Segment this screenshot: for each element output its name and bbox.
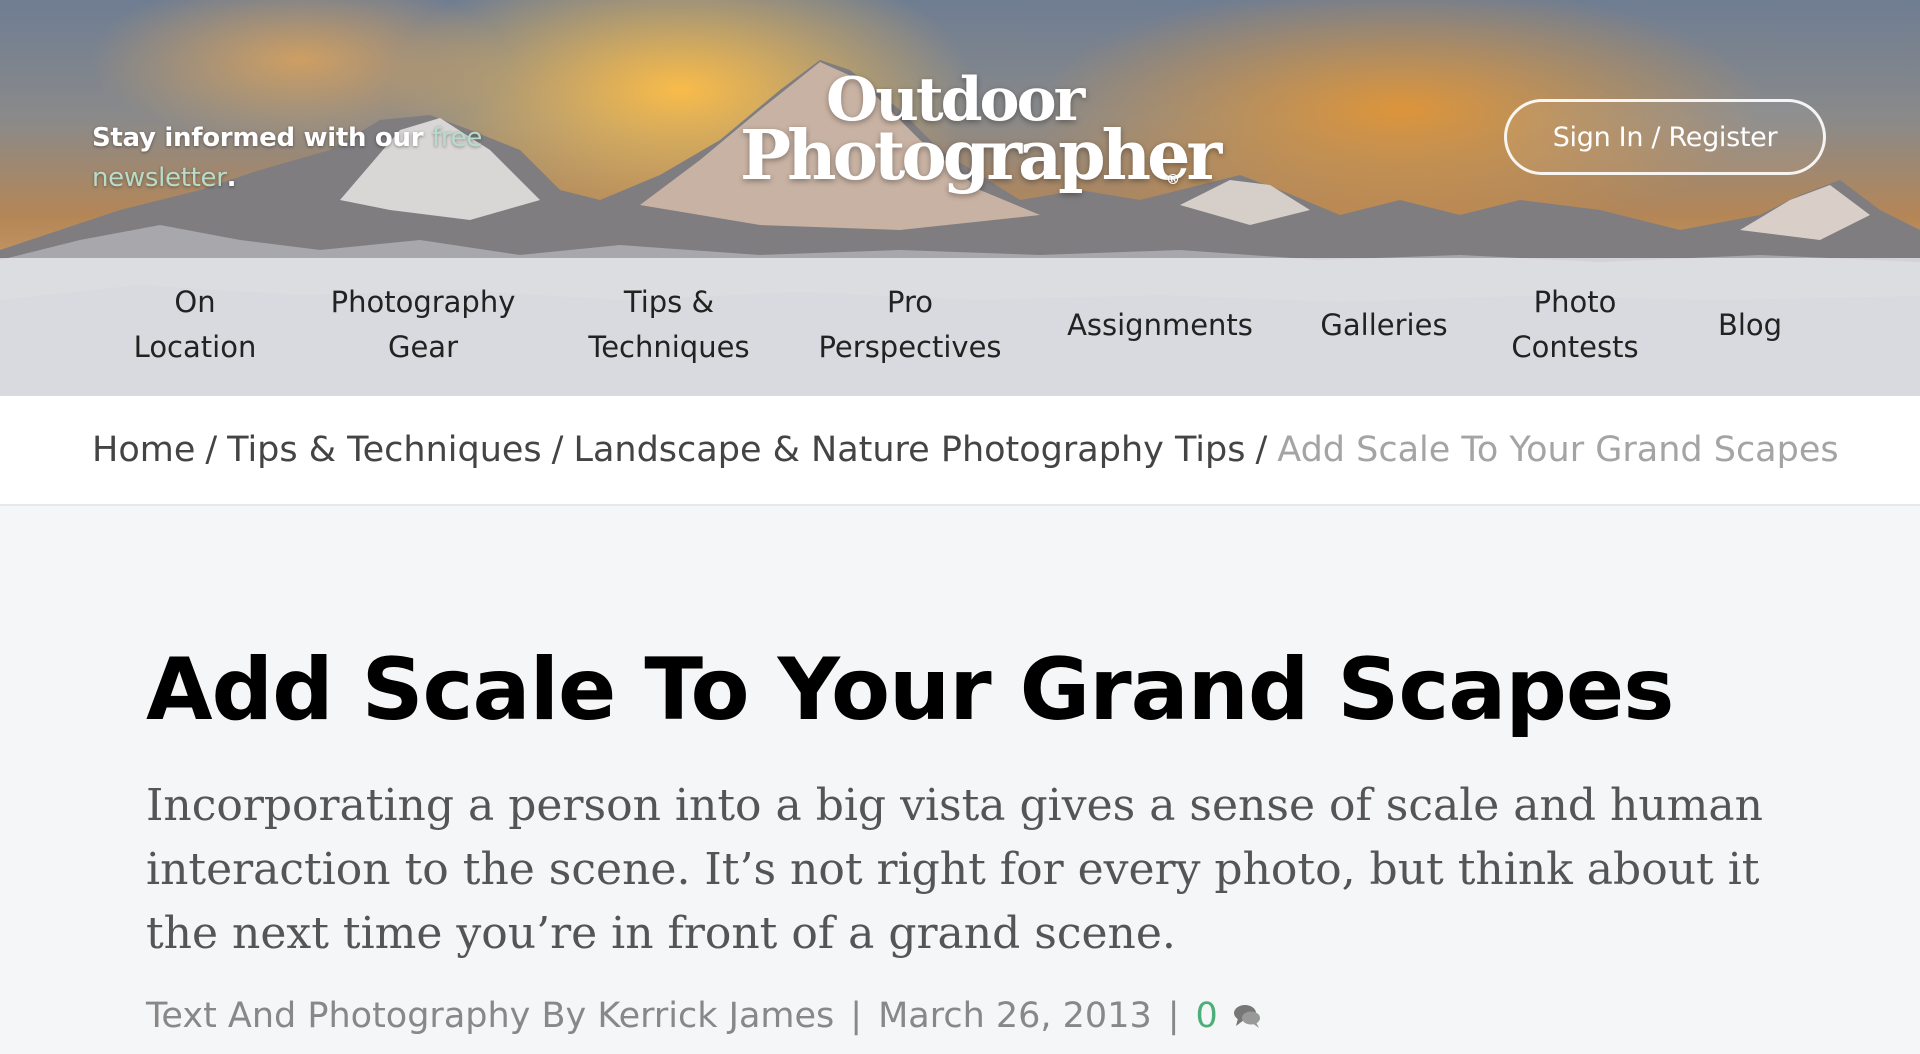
nav-item-label: Photo Contests [1511,285,1639,364]
breadcrumb-landscape-nature[interactable]: Landscape & Nature Photography Tips [573,430,1245,470]
sign-in-register-button[interactable]: Sign In / Register [1504,99,1826,175]
publish-date: March 26, 2013 [878,996,1152,1036]
nav-item-assignments[interactable]: Assignments [1060,303,1260,348]
nav-item-label: Tips & Techniques [588,285,750,364]
breadcrumb-home[interactable]: Home [92,430,195,470]
newsletter-suffix: . [226,163,237,193]
nav-item-tips-techniques[interactable]: Tips & Techniques [574,280,764,370]
article-byline: Text And Photography By Kerrick James | … [146,996,1786,1036]
article: Add Scale To Your Grand Scapes Incorpora… [146,506,1786,1036]
nav-item-pro-perspectives[interactable]: Pro Perspectives [810,280,1010,370]
logo-line-photographer: Photographer [740,116,1222,196]
breadcrumb-current-page: Add Scale To Your Grand Scapes [1277,430,1839,470]
nav-item-label: Assignments [1067,308,1253,342]
comment-bubble-icon[interactable] [1232,1002,1262,1030]
breadcrumb: Home / Tips & Techniques / Landscape & N… [0,396,1920,506]
nav-item-on-location[interactable]: On Location [118,280,272,370]
nav-item-label: Photography Gear [330,285,516,364]
author-credit: Text And Photography By Kerrick James [146,996,835,1036]
nav-item-photography-gear[interactable]: Photography Gear [318,280,528,370]
breadcrumb-separator: / [1255,430,1268,470]
comment-count[interactable]: 0 [1196,996,1218,1036]
logo-registered-mark: ® [1166,172,1180,188]
nav-item-galleries[interactable]: Galleries [1304,303,1464,348]
breadcrumb-tips-techniques[interactable]: Tips & Techniques [227,430,542,470]
nav-item-label: Blog [1717,308,1783,342]
newsletter-prefix: Stay informed with our [92,123,432,153]
site-header: Stay informed with our free newsletter. … [0,0,1920,396]
nav-item-photo-contests[interactable]: Photo Contests [1500,280,1650,370]
nav-item-label: Pro Perspectives [818,285,1002,364]
article-title: Add Scale To Your Grand Scapes [146,640,1674,740]
nav-item-label: Galleries [1320,308,1448,342]
breadcrumb-separator: / [551,430,564,470]
breadcrumb-separator: / [205,430,218,470]
site-logo[interactable]: Outdoor Photographer ® [740,68,1222,208]
nav-item-label: On Location [133,285,257,364]
byline-divider: | [850,996,863,1036]
nav-item-blog[interactable]: Blog [1700,303,1800,348]
article-dek: Incorporating a person into a big vista … [146,780,1763,959]
newsletter-promo: Stay informed with our free newsletter. [92,118,512,198]
main-navigation: On Location Photography Gear Tips & Tech… [0,258,1920,396]
byline-divider: | [1167,996,1180,1036]
